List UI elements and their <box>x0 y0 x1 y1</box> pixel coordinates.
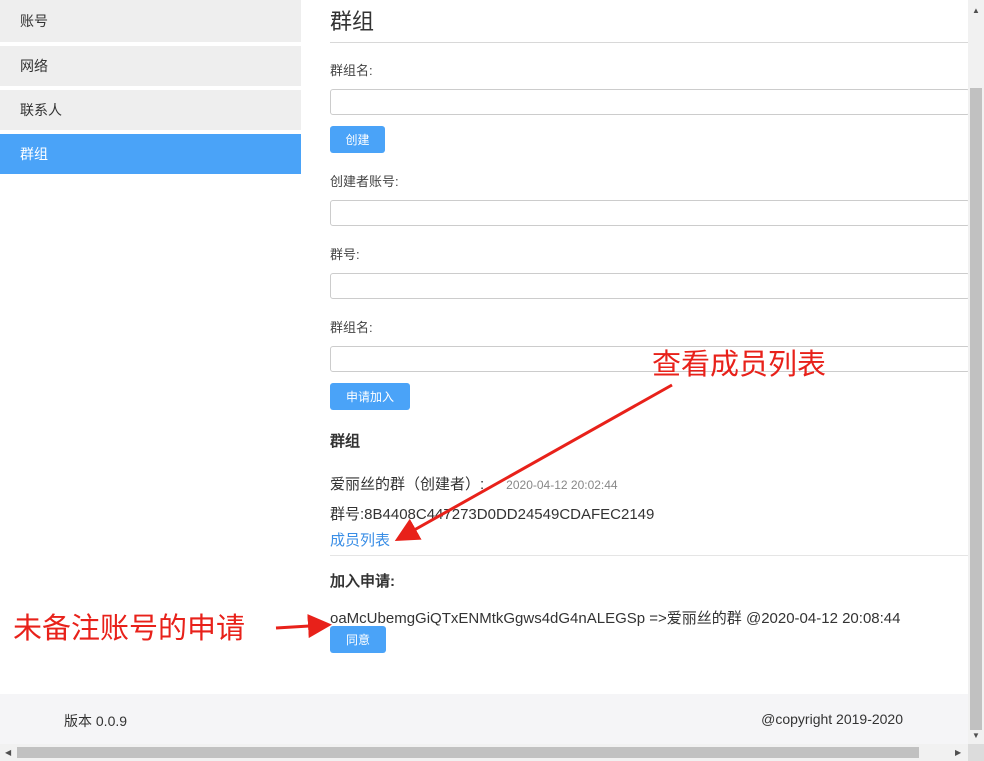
group-id-input[interactable] <box>330 273 970 299</box>
create-button[interactable]: 创建 <box>330 126 385 153</box>
scroll-down-arrow-icon[interactable]: ▼ <box>972 732 980 740</box>
sidebar-item-contacts[interactable]: 联系人 <box>0 90 301 130</box>
request-arrow <box>275 614 332 639</box>
join-group-name-input[interactable] <box>330 346 970 372</box>
join-request-text: oaMcUbemgGiQTxENMtkGgws4dG4nALEGSp =>爱丽丝… <box>330 610 901 627</box>
groups-heading: 群组 <box>330 433 361 450</box>
annotation-view-members: 查看成员列表 <box>652 349 827 381</box>
sidebar-item-label: 网络 <box>20 58 48 74</box>
sidebar-item-groups[interactable]: 群组 <box>0 134 301 174</box>
group-id-text: 群号:8B4408C447273D0DD24549CDAFEC2149 <box>330 506 655 523</box>
apply-join-button[interactable]: 申请加入 <box>330 383 410 410</box>
copyright-text: @copyright 2019-2020 <box>761 711 903 727</box>
sidebar-item-label: 群组 <box>20 146 48 162</box>
agree-button[interactable]: 同意 <box>330 626 386 653</box>
group-entry: 爱丽丝的群（创建者）: 2020-04-12 20:02:44 <box>330 473 618 494</box>
scrollbar-corner <box>968 744 984 761</box>
annotation-unregistered-request: 未备注账号的申请 <box>13 613 246 645</box>
sidebar-item-account[interactable]: 账号 <box>0 0 301 42</box>
footer: 版本 0.0.9 @copyright 2019-2020 <box>0 694 968 744</box>
create-group-name-input[interactable] <box>330 89 970 115</box>
group-created-time: 2020-04-12 20:02:44 <box>506 478 618 492</box>
sidebar-item-label: 联系人 <box>20 102 62 118</box>
join-requests-heading: 加入申请: <box>330 573 395 590</box>
scroll-right-arrow-icon[interactable]: ▶ <box>955 749 961 757</box>
sidebar-item-network[interactable]: 网络 <box>0 46 301 86</box>
join-group-name-label: 群组名: <box>330 320 373 335</box>
group-id-label: 群号: <box>330 247 360 262</box>
version-text: 版本 0.0.9 <box>64 713 128 729</box>
create-group-name-label: 群组名: <box>330 63 373 78</box>
title-divider <box>330 42 970 43</box>
creator-account-input[interactable] <box>330 200 970 226</box>
sidebar-item-label: 账号 <box>20 13 48 29</box>
horizontal-scrollbar-thumb[interactable] <box>17 747 919 758</box>
creator-account-label: 创建者账号: <box>330 174 399 189</box>
page-title: 群组 <box>330 9 375 34</box>
section-divider <box>330 555 970 556</box>
sidebar: 账号 网络 联系人 群组 <box>0 0 301 178</box>
scroll-up-arrow-icon[interactable]: ▲ <box>972 7 980 15</box>
vertical-scrollbar-thumb[interactable] <box>970 88 982 730</box>
member-list-link[interactable]: 成员列表 <box>330 529 390 550</box>
scroll-left-arrow-icon[interactable]: ◀ <box>5 749 11 757</box>
group-name: 爱丽丝的群（创建者）: <box>330 476 485 493</box>
